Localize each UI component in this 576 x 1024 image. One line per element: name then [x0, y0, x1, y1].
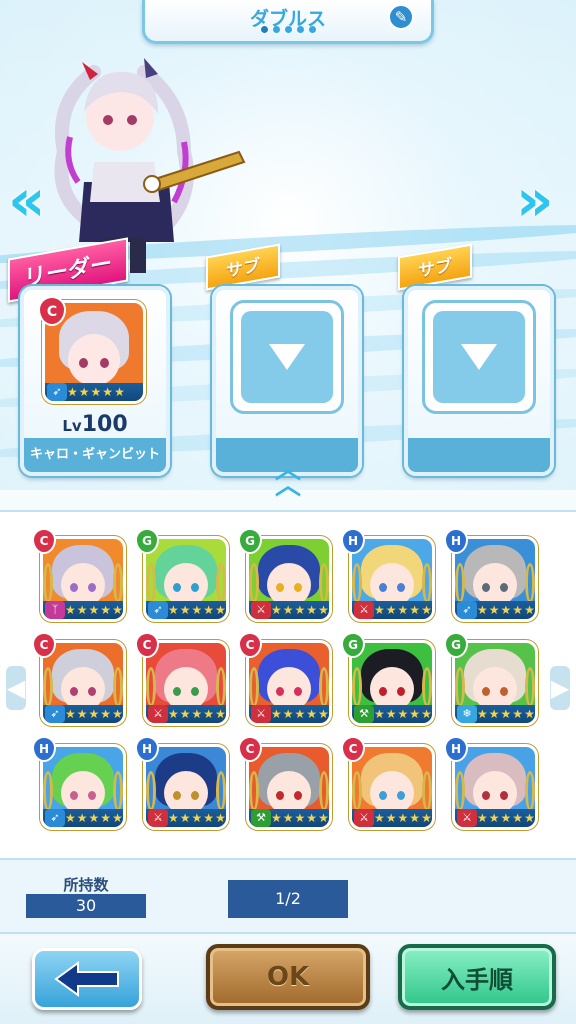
edit-name-button[interactable]: ✎ — [388, 4, 414, 30]
back-button[interactable] — [32, 948, 142, 1010]
hammer-icon: ⚒ — [354, 705, 374, 723]
page-indicator: 1/2 — [228, 880, 348, 918]
triangle-down-icon — [461, 344, 497, 370]
pencil-icon: ✎ — [394, 8, 408, 26]
bow-icon: ➶ — [47, 383, 67, 401]
leader-character-art — [54, 58, 246, 273]
page-dot — [308, 26, 316, 33]
sword-icon: ⚔ — [251, 705, 271, 723]
arrow-right-icon: ▶ — [550, 674, 570, 702]
list-prev-button[interactable]: ◀ — [6, 666, 26, 710]
bow-icon: ➶ — [148, 601, 168, 619]
owned-label: 所持数 — [63, 876, 109, 894]
sword-icon: ⚔ — [354, 601, 374, 619]
hammer-icon: ⚒ — [251, 809, 271, 827]
list-next-button[interactable]: ▶ — [550, 666, 570, 710]
arrow-left-icon — [54, 961, 119, 997]
empty-slot-1 — [230, 300, 344, 414]
leader-level: Lv100 — [62, 412, 128, 437]
character-list-panel: ◀ ▶ ★ ★ ★ ★ ★ ᛉ C ★ ★ ★ ★ ★ ➶ G ★ ★ ★ ★ ★ ⚔ G ★ ★ ★ ★ ★ ⚔ H ★ ★ ★ ★ ★ ➶ H ★… — [0, 510, 576, 860]
leader-name: キャロ・ギャンビット — [29, 447, 160, 462]
sort-order-button[interactable]: 入手順 — [398, 944, 556, 1010]
page-dot — [260, 26, 268, 33]
bow-icon: ➶ — [45, 809, 65, 827]
arrow-left-icon: ◀ — [6, 674, 26, 702]
owned-count: 30 — [26, 894, 146, 918]
sub-slot-1[interactable] — [212, 286, 362, 476]
sword-icon: ⚔ — [354, 809, 374, 827]
snowflake-icon: ❄ — [457, 705, 477, 723]
bow-icon: ➶ — [45, 705, 65, 723]
info-strip: 所持数 30 1/2 — [0, 862, 576, 932]
page-dot — [296, 26, 304, 33]
double-chevron-right-icon: » — [516, 166, 554, 234]
bow-icon: ➶ — [457, 601, 477, 619]
leader-slot[interactable]: ★ ★ ★ ★ ★ ➶ C Lv100 キャロ・ギャンビット — [20, 286, 170, 476]
triangle-down-icon — [269, 344, 305, 370]
sword-icon: ⚔ — [457, 809, 477, 827]
page-dot — [284, 26, 292, 33]
sub-slot-2[interactable] — [404, 286, 554, 476]
expand-panel-button[interactable]: ︿ ︿ — [264, 457, 312, 499]
next-party-button[interactable]: » — [516, 170, 560, 230]
page-dots — [145, 26, 431, 33]
ok-button[interactable]: OK — [206, 944, 370, 1010]
empty-slot-2 — [422, 300, 536, 414]
sword-icon: ⚔ — [251, 601, 271, 619]
chevron-up-icon: ︿ ︿ — [274, 455, 301, 501]
character-grid: ★ ★ ★ ★ ★ ᛉ C ★ ★ ★ ★ ★ ➶ G ★ ★ ★ ★ ★ ⚔ G ★ ★ ★ ★ ★ ⚔ H ★ ★ ★ ★ ★ ➶ H ★ ★ ★ ★ ★… — [32, 528, 544, 852]
sword-icon: ⚔ — [148, 705, 168, 723]
sword-icon: ⚔ — [148, 809, 168, 827]
staff-icon: ᛉ — [45, 601, 65, 619]
page-dot — [272, 26, 280, 33]
leader-name-bar: キャロ・ギャンビット — [24, 438, 166, 472]
